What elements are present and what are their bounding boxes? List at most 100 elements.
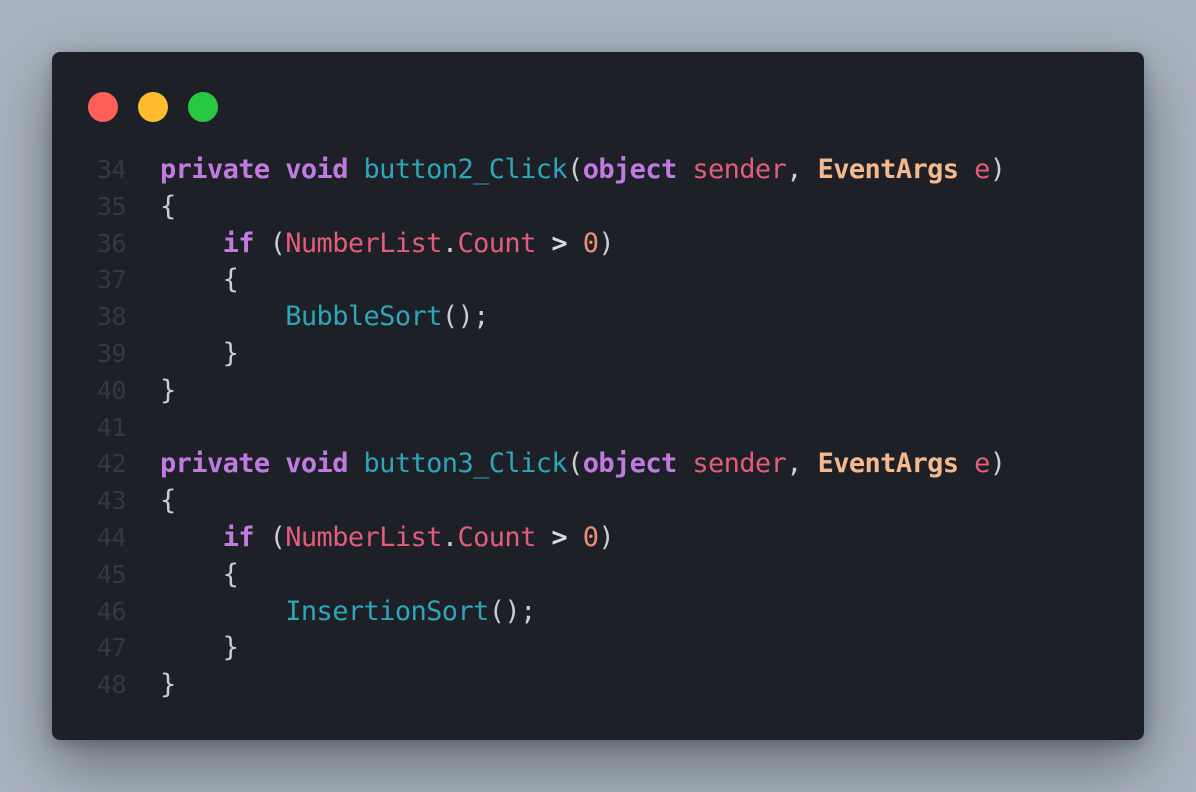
line-number: 40: [96, 375, 127, 405]
code-token: {: [160, 558, 239, 590]
code-line: 35 {: [52, 189, 1144, 226]
code-line: 42 private void button3_Click(object send…: [52, 446, 1144, 483]
line-number: 42: [96, 449, 127, 479]
code-line: 36 if (NumberList.Count > 0): [52, 226, 1144, 263]
line-number: 41: [96, 412, 127, 442]
line-number: 45: [96, 559, 127, 589]
minimize-dot-icon[interactable]: [138, 92, 168, 122]
line-number: 47: [96, 633, 127, 663]
code-token: private: [160, 154, 270, 185]
code-token: if: [222, 521, 255, 553]
code-text: {: [160, 189, 176, 226]
code-token: 0: [582, 227, 599, 259]
code-token: .: [441, 227, 458, 259]
code-line: 44 if (NumberList.Count > 0): [52, 520, 1144, 557]
code-token: sender: [692, 448, 787, 480]
code-text: }: [160, 336, 239, 373]
window-controls: [88, 92, 218, 122]
code-line: 46 InsertionSort();: [52, 594, 1144, 631]
code-token: ): [598, 521, 615, 553]
code-block: 34 private void button2_Click(object send…: [52, 152, 1144, 704]
code-token: EventArgs: [817, 448, 960, 480]
code-token: ();: [441, 301, 490, 333]
code-line: 38 BubbleSort();: [52, 299, 1144, 336]
code-line: 34 private void button2_Click(object send…: [52, 152, 1144, 189]
code-token: void: [285, 154, 348, 185]
code-token: Count: [457, 227, 536, 259]
code-token: e: [974, 448, 990, 480]
code-text: if (NumberList.Count > 0): [160, 520, 615, 557]
code-token: EventArgs: [817, 154, 960, 185]
code-token: e: [974, 154, 990, 185]
line-number: 39: [96, 338, 127, 368]
code-token: }: [160, 632, 239, 664]
line-number: 37: [96, 265, 127, 295]
code-line: 39 }: [52, 336, 1144, 373]
code-token: {: [160, 264, 239, 296]
line-number: 43: [96, 486, 127, 516]
code-text: {: [160, 557, 239, 594]
code-token: {: [160, 190, 176, 222]
code-window: 34 private void button2_Click(object send…: [52, 52, 1144, 740]
code-token: }: [160, 669, 176, 701]
code-token: if: [222, 227, 255, 259]
code-text: {: [160, 262, 239, 299]
code-text: private void button3_Click(object sender…: [160, 446, 1006, 483]
line-number: 48: [96, 670, 127, 700]
line-number: 46: [96, 596, 127, 626]
code-token: ,: [786, 154, 818, 185]
code-token: InsertionSort: [285, 595, 489, 627]
code-text: InsertionSort();: [160, 594, 536, 631]
code-token: private: [160, 448, 270, 480]
line-number: 38: [96, 302, 127, 332]
code-token: sender: [692, 154, 787, 185]
code-token: }: [160, 374, 176, 406]
code-token: NumberList: [285, 521, 442, 553]
code-token: >: [551, 227, 568, 259]
code-token: ): [598, 227, 615, 259]
code-token: (: [253, 521, 286, 553]
code-token: {: [160, 485, 176, 517]
code-text: private void button2_Click(object sender…: [160, 152, 1006, 189]
code-token: (: [253, 227, 286, 259]
code-text: if (NumberList.Count > 0): [160, 226, 615, 263]
code-token: NumberList: [285, 227, 442, 259]
line-number: 34: [96, 155, 127, 184]
line-number: 35: [96, 191, 127, 221]
code-token: >: [551, 521, 568, 553]
line-number: 44: [96, 522, 127, 552]
code-token: Count: [457, 521, 536, 553]
code-token: .: [441, 521, 458, 553]
code-token: (: [567, 448, 583, 480]
code-token: button3_Click: [363, 448, 568, 480]
code-text: }: [160, 667, 176, 704]
zoom-dot-icon[interactable]: [188, 92, 218, 122]
code-line: 40}: [52, 373, 1144, 410]
line-number: 36: [96, 228, 127, 258]
code-token: ): [989, 154, 1006, 185]
code-line: 41: [52, 410, 1144, 447]
code-line: 48}: [52, 667, 1144, 704]
close-dot-icon[interactable]: [88, 92, 118, 122]
code-token: ();: [488, 595, 537, 627]
code-token: (: [567, 154, 583, 185]
code-token: ,: [786, 448, 818, 480]
code-token: 0: [582, 521, 599, 553]
code-text: BubbleSort();: [160, 299, 489, 336]
code-line: 43 {: [52, 483, 1144, 520]
code-token: object: [582, 154, 678, 185]
